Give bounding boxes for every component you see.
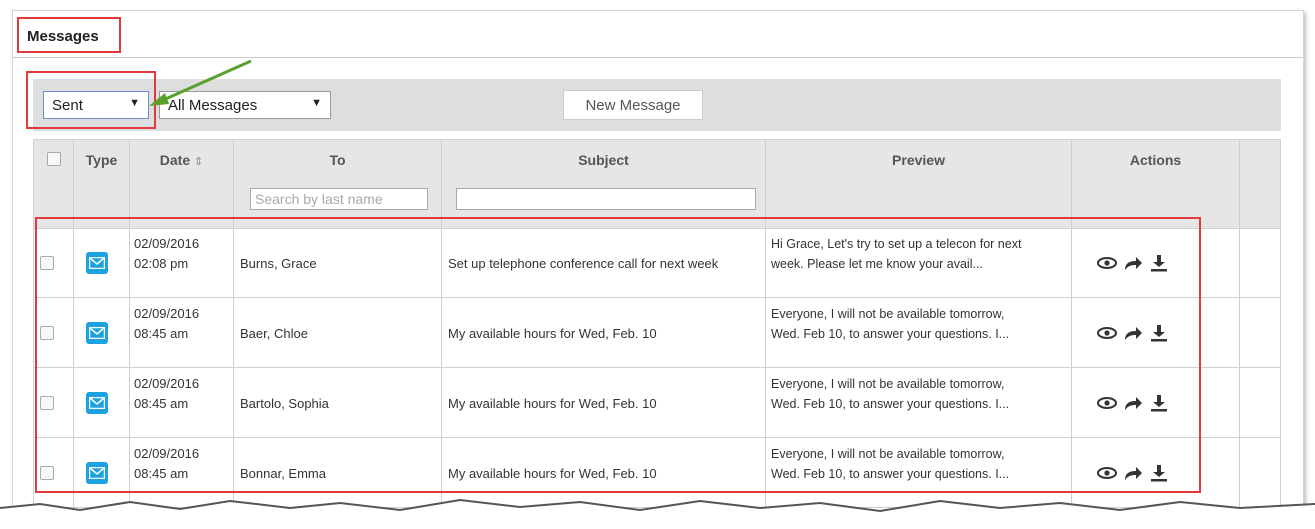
header-date[interactable]: Date ⇕: [130, 140, 234, 228]
select-all-checkbox[interactable]: [46, 152, 61, 166]
annotation-arrow: [149, 59, 252, 106]
header-subject-label: Subject: [578, 152, 629, 168]
table-header: Type Date ⇕ To Search by last name Subje…: [34, 140, 1280, 229]
rows-highlight-box: [35, 217, 1201, 493]
header-to-label: To: [329, 152, 346, 168]
new-message-button[interactable]: New Message: [563, 90, 703, 120]
messages-panel: Messages Sent ▼ All Messages ▼ New Messa…: [12, 10, 1304, 512]
header-actions: Actions: [1072, 140, 1240, 228]
header-type: Type: [74, 140, 130, 228]
header-subject: Subject: [442, 140, 766, 228]
search-last-name-input[interactable]: Search by last name: [250, 188, 428, 210]
subject-filter-input[interactable]: [456, 188, 756, 210]
header-date-label: Date: [159, 152, 191, 168]
torn-edge: [0, 498, 1315, 529]
header-select-all-cell: [34, 140, 74, 228]
sort-icon: ⇕: [194, 156, 204, 168]
header-to: To Search by last name: [234, 140, 442, 228]
header-preview: Preview: [766, 140, 1072, 228]
